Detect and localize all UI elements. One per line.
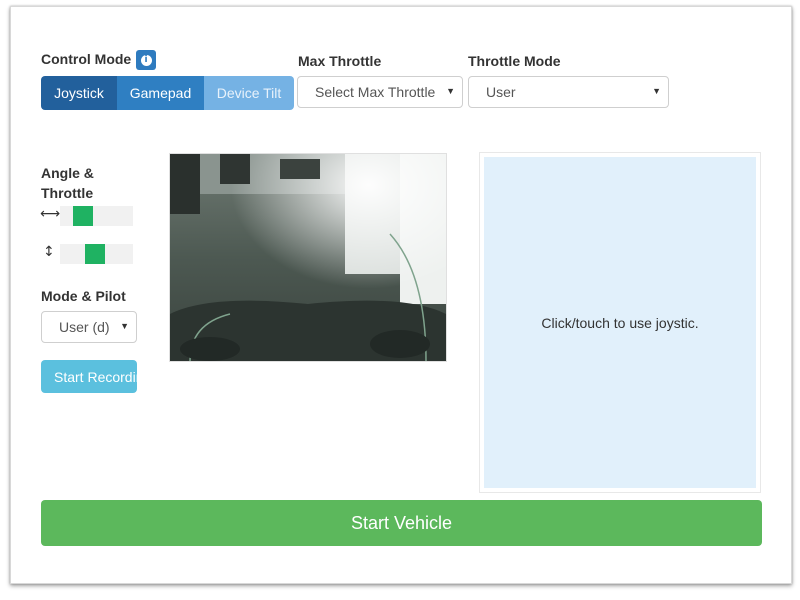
gamepad-mode-button[interactable]: Gamepad xyxy=(117,76,204,110)
joystick-mode-button[interactable]: Joystick xyxy=(41,76,117,110)
info-glyph: i xyxy=(140,54,152,66)
joystick-instructions: Click/touch to use joystic. xyxy=(541,314,699,331)
throttle-mode-select[interactable]: User ▼ xyxy=(468,76,669,108)
camera-feed-graphic xyxy=(170,154,446,361)
angle-throttle-label-line1: Angle & xyxy=(41,165,94,181)
start-recording-button[interactable]: Start Recording xyxy=(41,360,137,393)
throttle-slider-thumb[interactable] xyxy=(85,244,105,264)
mode-pilot-label: Mode & Pilot xyxy=(41,288,126,304)
chevron-down-icon: ▼ xyxy=(446,86,455,96)
throttle-mode-label: Throttle Mode xyxy=(468,53,561,69)
max-throttle-select[interactable]: Select Max Throttle ▼ xyxy=(297,76,463,108)
device-tilt-mode-button[interactable]: Device Tilt xyxy=(204,76,294,110)
control-mode-button-group: Joystick Gamepad Device Tilt xyxy=(41,76,294,110)
horizontal-arrows-icon: ⟷ xyxy=(40,206,61,222)
angle-slider-thumb[interactable] xyxy=(73,206,93,226)
angle-slider[interactable] xyxy=(60,206,133,226)
chevron-down-icon: ▼ xyxy=(120,321,129,331)
start-vehicle-button[interactable]: Start Vehicle xyxy=(41,500,762,546)
joystick-pad[interactable]: Click/touch to use joystic. xyxy=(479,152,761,493)
camera-feed-image xyxy=(169,153,447,362)
throttle-mode-value: User xyxy=(486,84,516,100)
vertical-arrows-icon: ↕ xyxy=(43,244,55,260)
mode-pilot-value: User (d) xyxy=(59,319,110,335)
max-throttle-value: Select Max Throttle xyxy=(315,84,436,100)
angle-throttle-label-line2: Throttle xyxy=(41,185,94,201)
angle-throttle-label: Angle & Throttle xyxy=(41,163,94,203)
control-mode-label: Control Mode xyxy=(41,51,132,67)
chevron-down-icon: ▼ xyxy=(652,86,661,96)
info-icon[interactable]: i xyxy=(136,50,156,70)
mode-pilot-select[interactable]: User (d) ▼ xyxy=(41,311,137,343)
max-throttle-label: Max Throttle xyxy=(298,53,382,69)
joystick-pad-area[interactable]: Click/touch to use joystic. xyxy=(484,157,756,488)
throttle-slider[interactable] xyxy=(60,244,133,264)
